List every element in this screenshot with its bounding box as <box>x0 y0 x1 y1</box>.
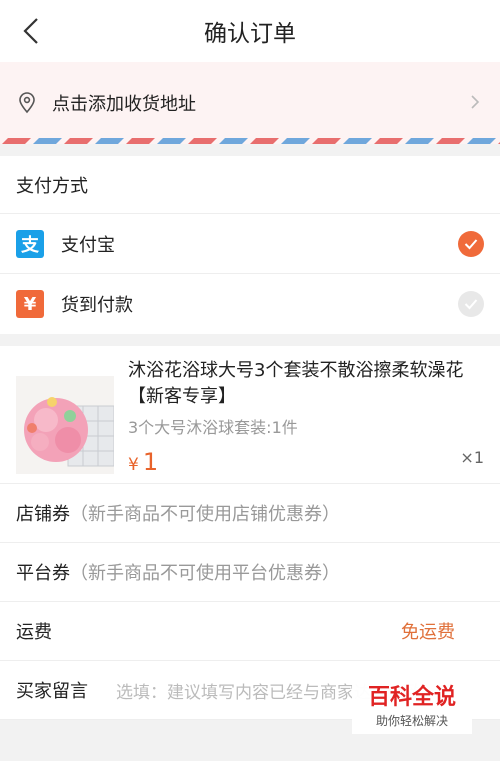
product-quantity: ×1 <box>460 448 484 467</box>
product-spec: 3个大号沐浴球套装:1件 <box>128 418 298 437</box>
alipay-icon: 支 <box>16 229 44 258</box>
shipping-value: 免运费 <box>401 622 455 643</box>
payment-option-label: 货到付款 <box>61 295 133 316</box>
add-address-row[interactable]: 点击添加收货地址 <box>0 62 500 144</box>
payment-option-label: 支付宝 <box>61 234 115 256</box>
store-coupon-hint: （新手商品不可使用店铺优惠券） <box>70 504 340 525</box>
buyer-message-label: 买家留言 <box>16 681 88 702</box>
location-pin-icon <box>16 92 38 114</box>
page-title: 确认订单 <box>204 21 296 47</box>
watermark-subtitle: 助你轻松解决 <box>375 714 448 728</box>
platform-coupon-row[interactable]: 平台券 （新手商品不可使用平台优惠券） <box>0 543 500 602</box>
store-coupon-label: 店铺券 <box>16 504 70 525</box>
product-item[interactable]: 沐浴花浴球大号3个套装不散浴擦柔软澡花【新客专享】 3个大号沐浴球套装:1件 ¥… <box>0 346 500 484</box>
product-info: 沐浴花浴球大号3个套装不散浴擦柔软澡花【新客专享】 3个大号沐浴球套装:1件 ¥… <box>128 358 484 483</box>
payment-section: 支付方式 支 支付宝 ¥ 货到付款 <box>0 156 500 334</box>
section-gap <box>0 334 500 346</box>
cash-on-delivery-icon: ¥ <box>16 290 44 318</box>
payment-option-cash-on-delivery[interactable]: ¥ 货到付款 <box>0 274 500 334</box>
product-image <box>16 376 114 474</box>
payment-heading: 支付方式 <box>0 156 500 214</box>
section-gap <box>0 144 500 156</box>
top-bar: 确认订单 <box>0 0 500 62</box>
product-price: ¥1 <box>128 448 484 476</box>
shipping-label: 运费 <box>16 622 52 643</box>
radio-unchecked-icon[interactable] <box>458 291 484 317</box>
chevron-left-icon <box>23 18 38 44</box>
radio-checked-icon[interactable] <box>458 231 484 257</box>
currency-symbol: ¥ <box>128 455 139 475</box>
envelope-stripe <box>0 138 500 144</box>
payment-option-alipay[interactable]: 支 支付宝 <box>0 214 500 274</box>
store-coupon-row[interactable]: 店铺券 （新手商品不可使用店铺优惠券） <box>0 484 500 543</box>
price-value: 1 <box>142 448 159 476</box>
add-address-label: 点击添加收货地址 <box>52 94 196 115</box>
product-name: 沐浴花浴球大号3个套装不散浴擦柔软澡花【新客专享】 <box>128 360 464 407</box>
back-button[interactable] <box>14 14 48 48</box>
chevron-right-icon <box>471 95 480 109</box>
watermark-logo: 百科全说 助你轻松解决 <box>352 682 472 734</box>
platform-coupon-label: 平台券 <box>16 563 70 584</box>
watermark-title: 百科全说 <box>367 685 456 710</box>
platform-coupon-hint: （新手商品不可使用平台优惠券） <box>70 563 340 584</box>
shipping-row: 运费 免运费 <box>0 602 500 661</box>
